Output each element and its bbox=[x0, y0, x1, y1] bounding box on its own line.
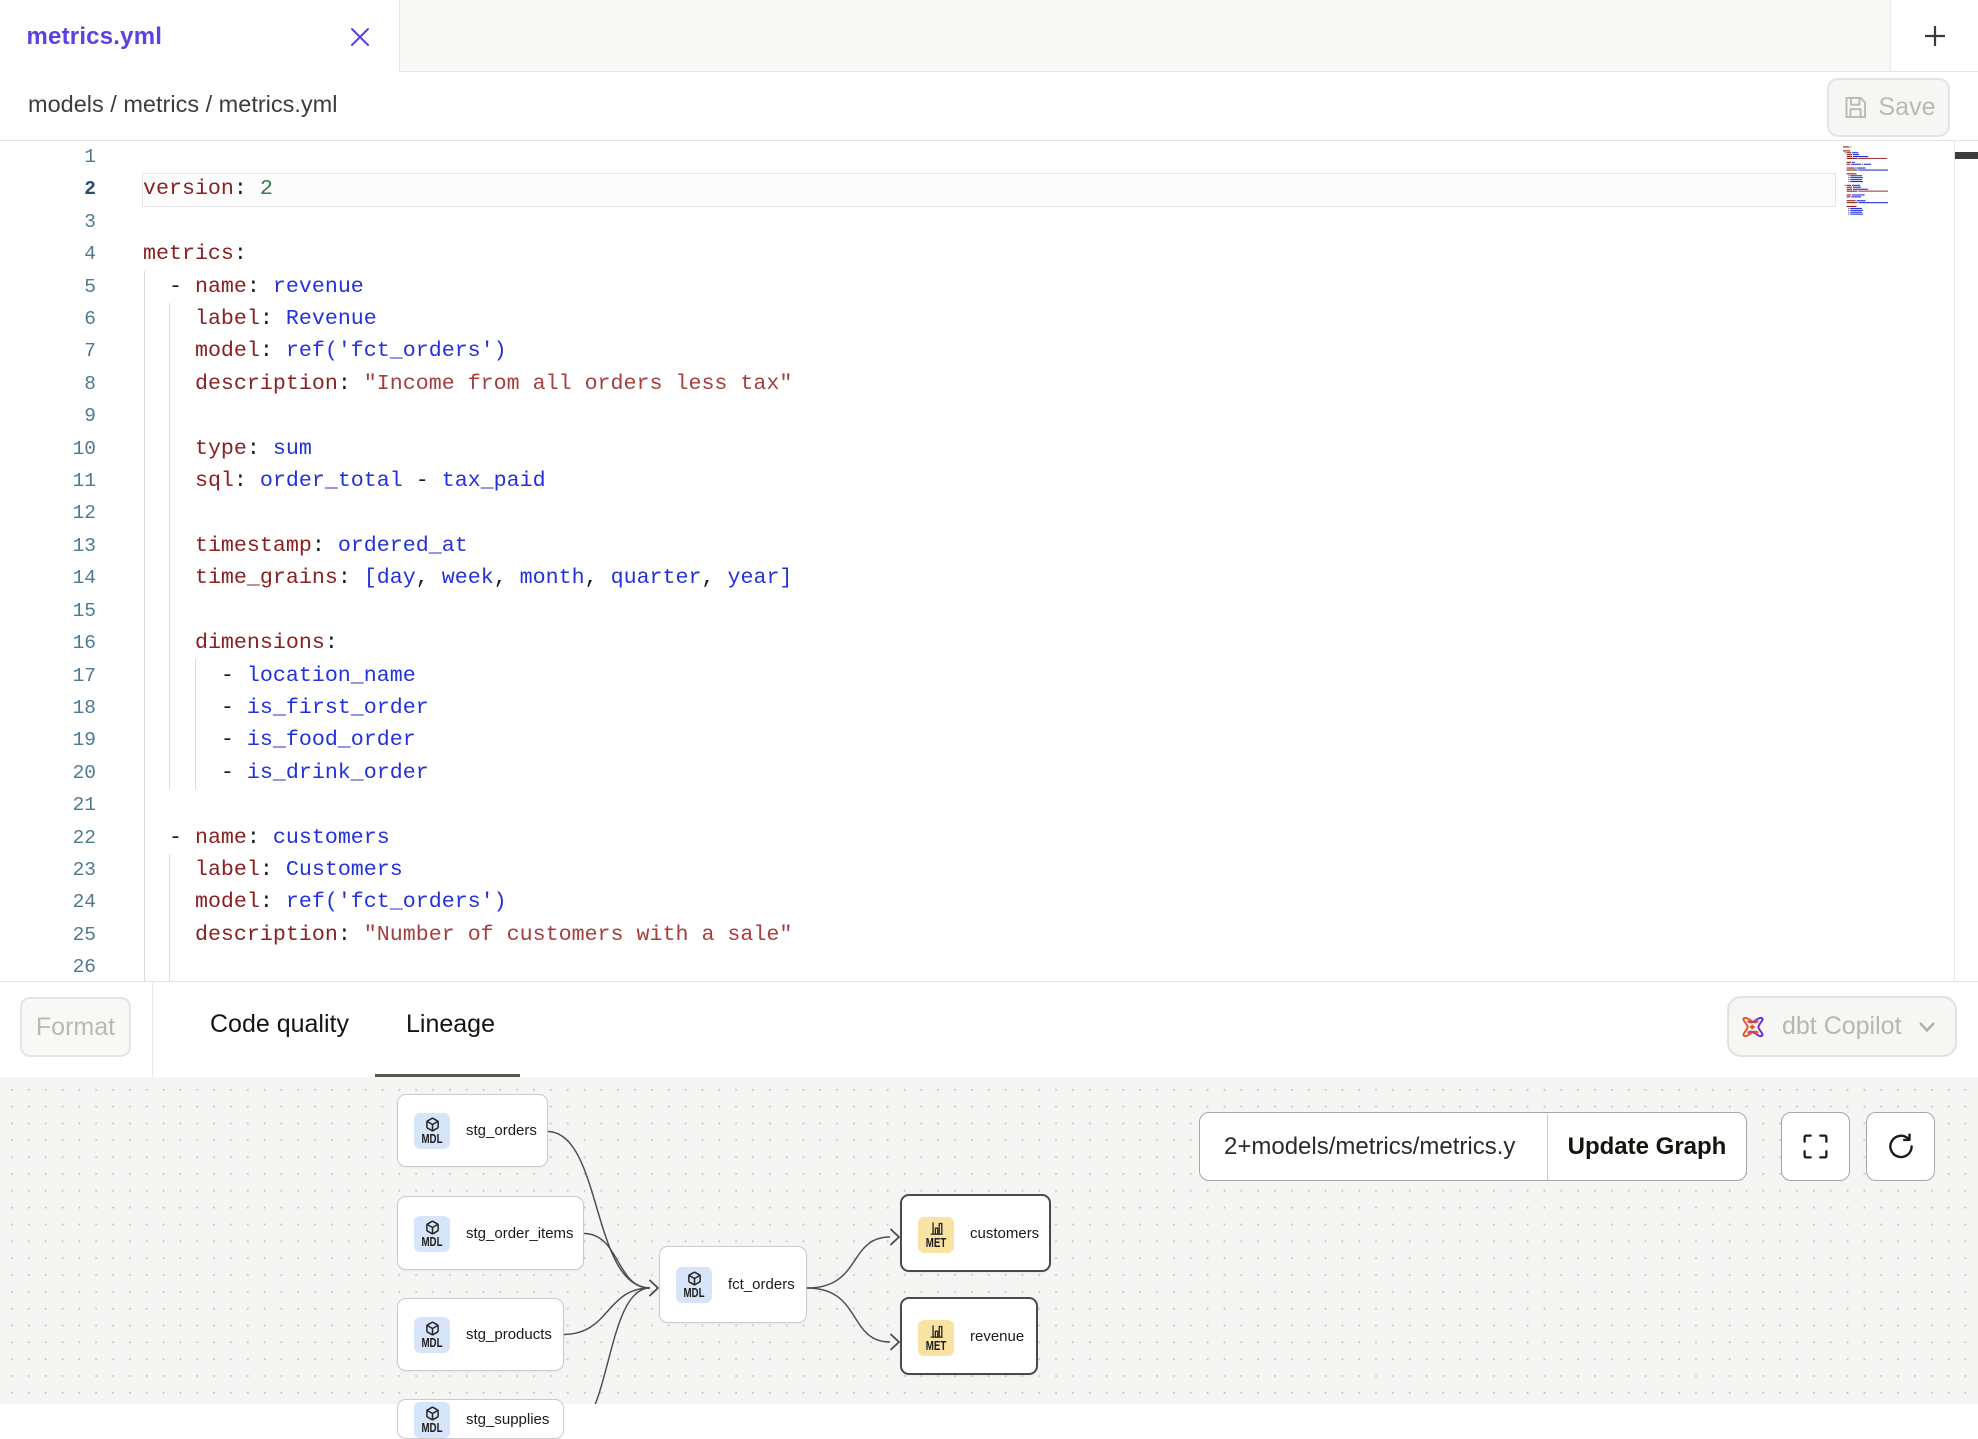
svg-text:MDL: MDL bbox=[421, 1421, 442, 1433]
svg-text:MET: MET bbox=[926, 1339, 947, 1351]
svg-text:MDL: MDL bbox=[421, 1336, 442, 1348]
svg-text:MDL: MDL bbox=[421, 1132, 442, 1144]
svg-text:MDL: MDL bbox=[421, 1235, 442, 1247]
svg-text:MDL: MDL bbox=[683, 1286, 704, 1298]
svg-text:MET: MET bbox=[926, 1236, 947, 1248]
